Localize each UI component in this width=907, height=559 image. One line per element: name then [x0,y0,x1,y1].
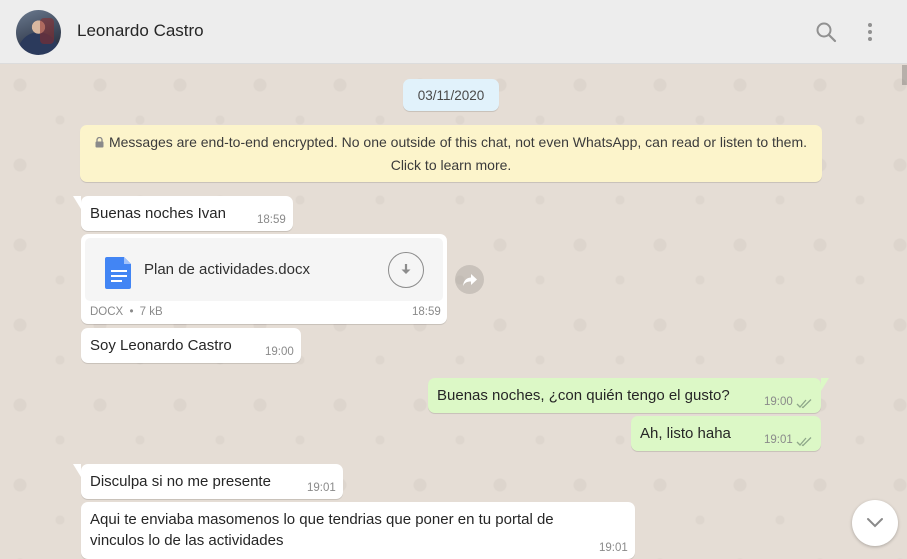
message-time: 19:01 [764,434,793,446]
forward-icon [462,273,477,286]
contact-name[interactable]: Leonardo Castro [77,21,204,41]
search-icon[interactable] [814,20,838,44]
message-outgoing[interactable]: Buenas noches, ¿con quién tengo el gusto… [428,378,829,413]
message-time: 19:01 [307,482,336,494]
encryption-notice[interactable]: Messages are end-to-end encrypted. No on… [80,125,822,182]
contact-avatar[interactable] [16,10,61,55]
message-time: 18:59 [412,306,441,318]
meta-separator: • [129,306,134,318]
message-time: 19:01 [599,542,628,554]
document-meta: DOCX • 7 kB [90,306,163,318]
message-text: Buenas noches Ivan [90,205,226,222]
message-incoming[interactable]: Disculpa si no me presente 19:01 [73,464,343,499]
message-text-line2: vinculos lo de las actividades [90,532,284,549]
download-icon [401,264,411,274]
message-text-line1: Aqui te enviaba masomenos lo que tendria… [90,511,554,528]
encryption-text-line1: Messages are end-to-end encrypted. No on… [108,134,808,150]
document-card[interactable]: Plan de actividades.docx [85,238,443,301]
message-time: 19:00 [265,346,294,358]
chat-header: Leonardo Castro [0,0,907,64]
message-text: Buenas noches, ¿con quién tengo el gusto… [437,387,730,404]
scrollbar-thumb[interactable] [902,65,907,85]
document-type: DOCX [90,306,124,318]
download-button[interactable] [388,252,424,288]
message-time: 18:59 [257,214,286,226]
chat-messages-area[interactable]: 03/11/2020 Messages are end-to-end encry… [0,65,907,559]
document-size: 7 kB [139,306,163,318]
date-label: 03/11/2020 [417,87,485,103]
document-file-name: Plan de actividades.docx [144,261,310,278]
chevron-down-icon [867,518,883,528]
message-text: Disculpa si no me presente [90,473,271,490]
forward-button[interactable] [455,265,484,294]
more-vertical-icon[interactable] [858,20,882,44]
lock-icon [95,132,104,148]
scrollbar[interactable] [902,65,907,559]
message-text: Ah, listo haha [640,425,731,442]
message-outgoing[interactable]: Ah, listo haha 19:01 [631,416,821,451]
double-check-icon [796,396,812,409]
message-incoming[interactable]: Buenas noches Ivan 18:59 [73,196,293,231]
document-message[interactable]: Plan de actividades.docx DOCX • 7 kB 18:… [81,234,447,324]
message-incoming[interactable]: Aqui te enviaba masomenos lo que tendria… [81,502,635,559]
message-time: 19:00 [764,396,793,408]
message-incoming[interactable]: Soy Leonardo Castro 19:00 [81,328,301,363]
message-text: Soy Leonardo Castro [90,337,232,354]
encryption-text-line2: Click to learn more. [390,157,512,173]
date-separator: 03/11/2020 [403,79,499,111]
document-icon [105,255,133,289]
scroll-to-bottom-button[interactable] [852,500,898,546]
double-check-icon [796,434,812,447]
